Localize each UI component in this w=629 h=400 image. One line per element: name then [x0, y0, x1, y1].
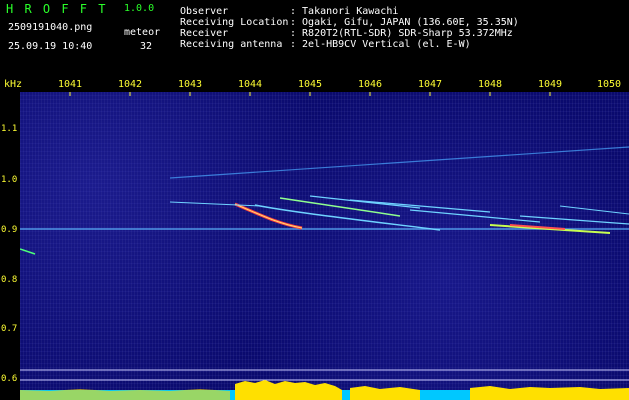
freq-tick: 0.9	[1, 225, 18, 235]
time-tick: 1044	[237, 79, 263, 90]
freq-tick: 1.0	[1, 175, 18, 185]
time-tick: 1042	[117, 79, 143, 90]
time-tick: 1048	[477, 79, 503, 90]
header-panel: H R O F F T 1.0.0 2509191040.png meteor …	[0, 0, 629, 76]
time-tick: 1041	[57, 79, 83, 90]
freq-tick: 1.1	[1, 124, 18, 134]
meteor-echo	[309, 195, 421, 209]
time-axis: kHz 1041 1042 1043 1044 1045 1046 1047 1…	[0, 76, 629, 92]
short-trace	[20, 248, 36, 255]
time-tick: 1045	[297, 79, 323, 90]
antenna-value: : 2el-HB9CV Vertical (el. E-W)	[290, 39, 471, 50]
freq-tick: 0.6	[1, 374, 18, 384]
drift-trace	[169, 146, 629, 179]
time-tick: 1049	[537, 79, 563, 90]
level-burst	[235, 380, 342, 400]
spectrogram-plot	[20, 92, 629, 400]
capture-timestamp: 25.09.19 10:40	[8, 41, 93, 52]
frequency-axis: 1.1 1.0 0.9 0.8 0.7 0.6	[0, 92, 20, 400]
freq-tick: 0.7	[1, 324, 18, 334]
meteor-echo	[349, 199, 491, 213]
app-name: H R O F F T	[6, 2, 108, 16]
time-tick: 1046	[357, 79, 383, 90]
time-tick: 1043	[177, 79, 203, 90]
freq-tick: 0.8	[1, 275, 18, 285]
capture-filename: 2509191040.png	[8, 22, 93, 33]
meteor-echo	[279, 197, 401, 217]
spectrogram-traces	[20, 92, 629, 400]
level-burst	[470, 386, 629, 400]
level-burst	[350, 386, 420, 400]
app-version: 1.0.0	[124, 3, 155, 14]
meteor-label: meteor	[124, 27, 161, 38]
meteor-count: 32	[140, 41, 153, 52]
time-tick: 1050	[596, 79, 622, 90]
time-tick-marks	[69, 92, 551, 96]
meteor-echo	[559, 205, 629, 215]
time-tick: 1047	[417, 79, 443, 90]
meteor-echo	[169, 201, 261, 207]
antenna-label: Receiving antenna	[180, 39, 283, 50]
y-unit-label: kHz	[4, 79, 23, 90]
meteor-echo	[519, 215, 629, 225]
